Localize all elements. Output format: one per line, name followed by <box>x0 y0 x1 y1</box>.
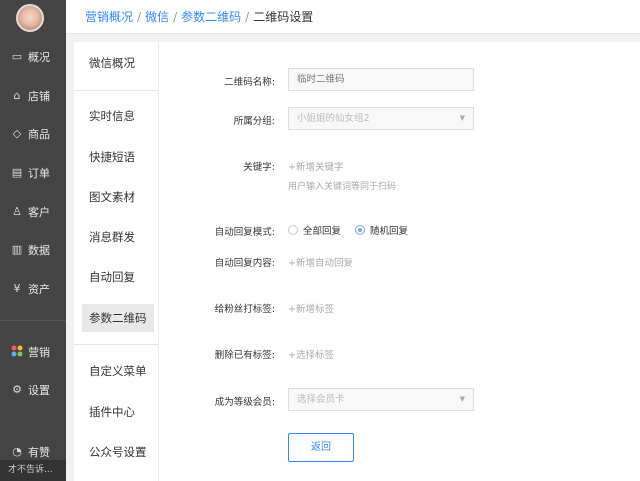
colorful-dots-icon <box>10 345 24 359</box>
submenu-item-custom-menu[interactable]: 自定义菜单 <box>82 357 154 385</box>
sidebar-item-label: 商品 <box>28 128 50 141</box>
add-keyword-link[interactable]: +新增关键字 <box>288 159 343 173</box>
user-icon: ♙ <box>12 205 22 218</box>
breadcrumb-current: 二维码设置 <box>253 10 314 24</box>
sidebar-item-marketing[interactable]: 营销 <box>0 340 66 364</box>
member-label: 成为等级会员: <box>214 397 275 408</box>
submenu-divider <box>74 344 158 345</box>
fan-tag-label: 给粉丝打标签: <box>214 304 275 315</box>
sidebar-item-orders[interactable]: ▤ 订单 <box>0 161 66 185</box>
group-select[interactable]: 小姐姐的仙女组2 ▼ <box>288 107 474 130</box>
sidebar-item-label: 有赞 <box>28 446 50 459</box>
keyword-hint: 用户输入关键词等同于扫码 <box>288 182 397 192</box>
sidebar-item-customers[interactable]: ♙ 客户 <box>0 200 66 224</box>
breadcrumb-separator: / <box>137 9 142 24</box>
submenu-item-wechat-overview[interactable]: 微信概况 <box>82 49 154 77</box>
monitor-icon: ▭ <box>11 50 23 63</box>
breadcrumb: 营销概况 / 微信 / 参数二维码 / 二维码设置 <box>66 0 640 34</box>
add-auto-reply-link[interactable]: +新增自动回复 <box>288 255 353 269</box>
avatar[interactable] <box>16 4 44 32</box>
sidebar-item-label: 概况 <box>28 51 50 64</box>
sidebar-item-overview[interactable]: ▭ 概况 <box>0 45 66 69</box>
breadcrumb-param-qrcode[interactable]: 参数二维码 <box>181 8 241 25</box>
radio-reply-random[interactable]: 随机回复 <box>355 223 408 237</box>
add-tag-link[interactable]: +新增标签 <box>288 301 334 315</box>
keyword-label: 关键字: <box>243 162 275 173</box>
breadcrumb-separator: / <box>245 9 250 24</box>
sidebar-item-label: 数据 <box>28 244 50 257</box>
radio-label: 全部回复 <box>303 226 342 237</box>
yen-icon: ¥ <box>13 282 21 295</box>
select-tag-link[interactable]: +选择标签 <box>288 347 334 361</box>
radio-reply-all[interactable]: 全部回复 <box>288 223 341 237</box>
tag-icon: ◇ <box>12 127 22 140</box>
submenu-divider <box>74 90 158 91</box>
sidebar-item-data[interactable]: ▥ 数据 <box>0 238 66 262</box>
member-card-placeholder: 选择会员卡 <box>297 394 345 405</box>
wechat-submenu: 微信概况 实时信息 快捷短语 图文素材 消息群发 自动回复 参数二维码 自定义菜… <box>74 42 158 481</box>
submenu-item-auto-reply[interactable]: 自动回复 <box>82 263 154 291</box>
sidebar-divider <box>0 320 66 321</box>
remove-tag-label: 删除已有标签: <box>214 350 275 361</box>
qrcode-settings-form: 二维码名称: 所属分组: 小姐姐的仙女组2 ▼ 关键字: +新增关键字 用户输入… <box>158 42 640 481</box>
submenu-item-realtime-messages[interactable]: 实时信息 <box>82 102 154 130</box>
main-sidebar: ▭ 概况 ⌂ 店铺 ◇ 商品 ▤ 订单 ♙ 客户 ▥ 数据 ¥ 资产 营销 ⚙ … <box>0 0 66 481</box>
caret-down-icon: ▼ <box>459 114 465 122</box>
submenu-item-media[interactable]: 图文素材 <box>82 183 154 211</box>
document-icon: ▤ <box>11 166 23 179</box>
group-select-value: 小姐姐的仙女组2 <box>297 113 370 124</box>
sidebar-item-label: 店铺 <box>28 90 50 103</box>
submenu-item-mass-message[interactable]: 消息群发 <box>82 223 154 251</box>
return-button[interactable]: 返回 <box>288 433 354 462</box>
reply-mode-label: 自动回复模式: <box>214 227 275 238</box>
gear-icon: ⚙ <box>12 383 22 396</box>
qr-name-label: 二维码名称: <box>224 77 275 88</box>
group-label: 所属分组: <box>233 116 275 127</box>
caret-down-icon: ▼ <box>459 395 465 403</box>
sidebar-item-label: 客户 <box>28 206 50 219</box>
breadcrumb-separator: / <box>173 9 178 24</box>
qr-name-input[interactable] <box>288 68 474 91</box>
submenu-item-quick-phrases[interactable]: 快捷短语 <box>82 143 154 171</box>
sidebar-item-assets[interactable]: ¥ 资产 <box>0 277 66 301</box>
submenu-item-account-settings[interactable]: 公众号设置 <box>82 438 154 466</box>
sidebar-item-label: 营销 <box>28 346 50 359</box>
sidebar-item-store[interactable]: ⌂ 店铺 <box>0 84 66 108</box>
breadcrumb-marketing-overview[interactable]: 营销概况 <box>85 8 133 25</box>
sidebar-item-settings[interactable]: ⚙ 设置 <box>0 378 66 402</box>
radio-circle <box>288 225 298 235</box>
sidebar-item-label: 资产 <box>28 283 50 296</box>
app-icon: ◔ <box>12 445 22 458</box>
member-card-select[interactable]: 选择会员卡 ▼ <box>288 388 474 411</box>
radio-circle-selected <box>355 225 365 235</box>
sidebar-item-label: 订单 <box>28 167 50 180</box>
reply-content-label: 自动回复内容: <box>214 258 275 269</box>
bar-chart-icon: ▥ <box>11 243 23 256</box>
submenu-item-param-qrcode[interactable]: 参数二维码 <box>82 304 154 332</box>
submenu-item-plugin-center[interactable]: 插件中心 <box>82 398 154 426</box>
sidebar-item-label: 设置 <box>28 384 50 397</box>
user-name-footer[interactable]: 才不告诉... <box>0 460 66 481</box>
breadcrumb-wechat[interactable]: 微信 <box>145 8 169 25</box>
radio-label: 随机回复 <box>370 226 409 237</box>
store-icon: ⌂ <box>13 89 21 102</box>
sidebar-item-products[interactable]: ◇ 商品 <box>0 122 66 146</box>
